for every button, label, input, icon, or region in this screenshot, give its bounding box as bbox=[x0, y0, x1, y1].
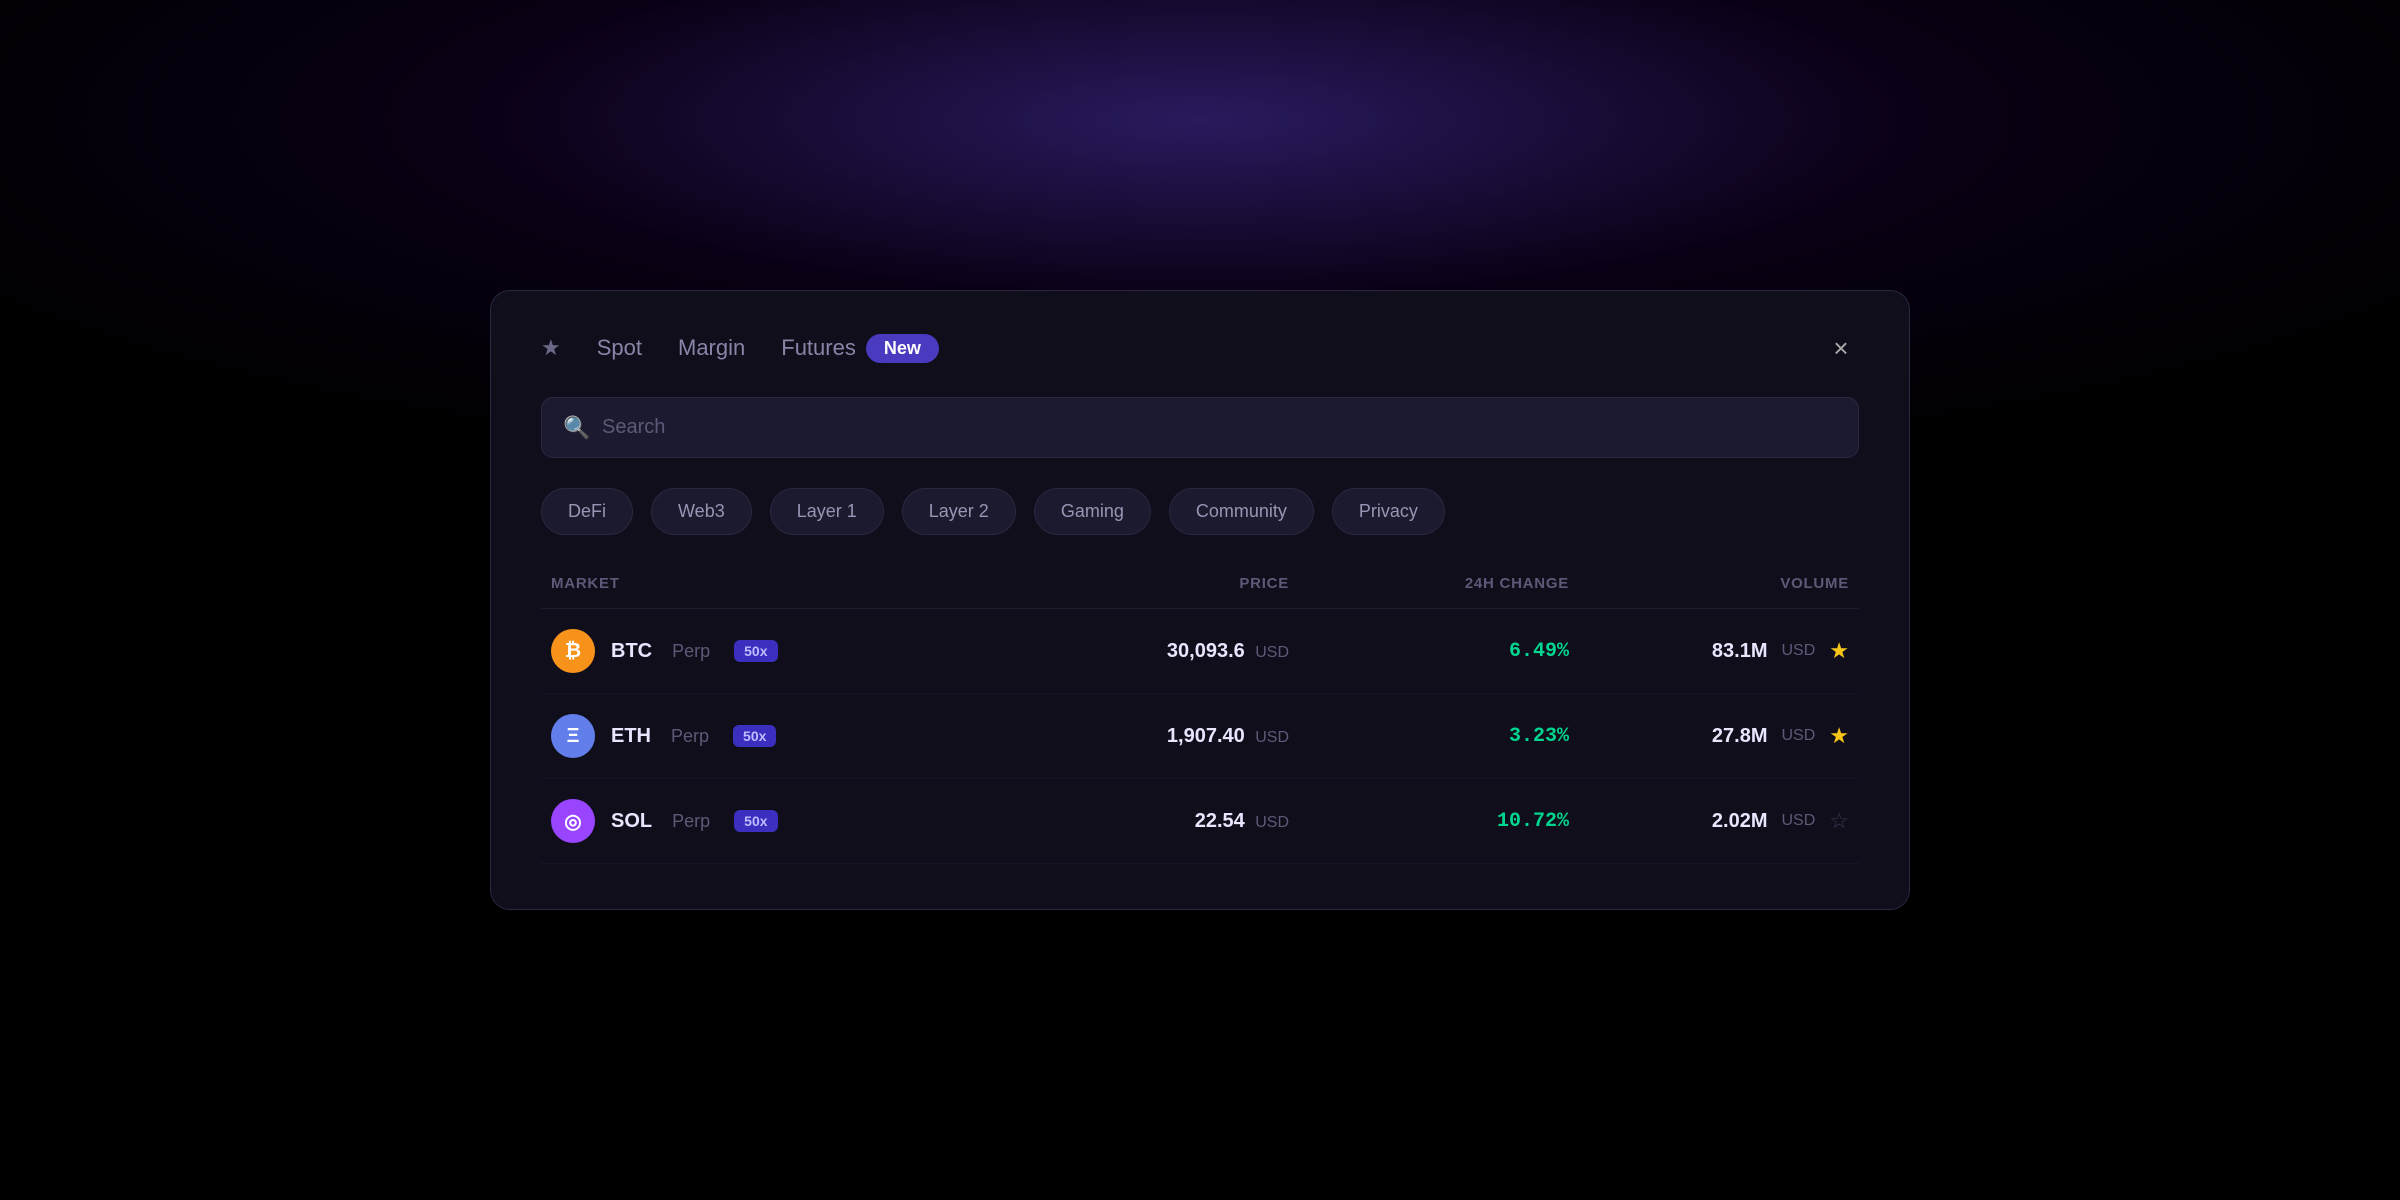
btc-symbol: BTC bbox=[611, 640, 652, 663]
eth-leverage: 50x bbox=[733, 725, 776, 747]
tab-spot[interactable]: Spot bbox=[597, 331, 642, 365]
btc-type: Perp bbox=[672, 641, 710, 662]
eth-price: 1,907.40 bbox=[1167, 725, 1245, 747]
sol-price: 22.54 bbox=[1195, 810, 1245, 832]
eth-change-cell: 3.23% bbox=[1289, 725, 1569, 748]
sol-price-cell: 22.54 USD bbox=[1009, 810, 1289, 833]
search-icon: 🔍 bbox=[563, 415, 590, 441]
market-cell-sol: ◎ SOL Perp 50x bbox=[551, 799, 1009, 843]
btc-volume-unit: USD bbox=[1781, 642, 1815, 660]
btc-price-unit: USD bbox=[1255, 644, 1289, 661]
eth-volume: 27.8M bbox=[1712, 725, 1768, 748]
sol-symbol: SOL bbox=[611, 810, 652, 833]
sol-leverage: 50x bbox=[734, 810, 777, 832]
sol-volume-unit: USD bbox=[1781, 812, 1815, 830]
chip-community[interactable]: Community bbox=[1169, 488, 1314, 535]
sol-icon: ◎ bbox=[551, 799, 595, 843]
sol-volume-cell: 2.02M USD ☆ bbox=[1569, 810, 1849, 833]
eth-icon: Ξ bbox=[551, 714, 595, 758]
tab-futures-wrapper: Futures New bbox=[781, 331, 939, 365]
market-cell-btc: ₿ BTC Perp 50x bbox=[551, 629, 1009, 673]
eth-volume-cell: 27.8M USD ★ bbox=[1569, 725, 1849, 748]
search-wrapper: 🔍 bbox=[541, 397, 1859, 458]
btc-icon-letter: ₿ bbox=[565, 640, 581, 663]
col-header-market: MARKET bbox=[551, 575, 1009, 592]
search-input[interactable] bbox=[541, 397, 1859, 458]
favorites-star-icon[interactable]: ★ bbox=[541, 335, 561, 361]
eth-type: Perp bbox=[671, 726, 709, 747]
chip-layer1[interactable]: Layer 1 bbox=[770, 488, 884, 535]
chip-layer2[interactable]: Layer 2 bbox=[902, 488, 1016, 535]
btc-change: 6.49% bbox=[1509, 640, 1569, 663]
sol-icon-letter: ◎ bbox=[564, 809, 581, 834]
btc-favorite-button[interactable]: ★ bbox=[1829, 640, 1849, 662]
table-row: ◎ SOL Perp 50x 22.54 USD 10.72% 2.02M US… bbox=[541, 779, 1859, 864]
eth-price-cell: 1,907.40 USD bbox=[1009, 725, 1289, 748]
table-row: Ξ ETH Perp 50x 1,907.40 USD 3.23% 27.8M … bbox=[541, 694, 1859, 779]
sol-price-unit: USD bbox=[1255, 814, 1289, 831]
sol-type: Perp bbox=[672, 811, 710, 832]
sol-change: 10.72% bbox=[1497, 810, 1569, 833]
btc-price-cell: 30,093.6 USD bbox=[1009, 640, 1289, 663]
market-modal: ★ Spot Margin Futures New × 🔍 DeFi Web3 … bbox=[490, 290, 1910, 910]
eth-change: 3.23% bbox=[1509, 725, 1569, 748]
col-header-volume: Volume bbox=[1569, 575, 1849, 592]
btc-icon: ₿ bbox=[551, 629, 595, 673]
chip-defi[interactable]: DeFi bbox=[541, 488, 633, 535]
btc-volume: 83.1M bbox=[1712, 640, 1768, 663]
table-header: MARKET Price 24H Change Volume bbox=[541, 575, 1859, 609]
sol-favorite-button[interactable]: ☆ bbox=[1829, 810, 1849, 832]
btc-change-cell: 6.49% bbox=[1289, 640, 1569, 663]
sol-change-cell: 10.72% bbox=[1289, 810, 1569, 833]
chip-privacy[interactable]: Privacy bbox=[1332, 488, 1445, 535]
col-header-change: 24H Change bbox=[1289, 575, 1569, 592]
eth-symbol: ETH bbox=[611, 725, 651, 748]
tab-margin[interactable]: Margin bbox=[678, 331, 745, 365]
new-badge: New bbox=[866, 334, 939, 363]
eth-favorite-button[interactable]: ★ bbox=[1829, 725, 1849, 747]
eth-volume-unit: USD bbox=[1781, 727, 1815, 745]
market-cell-eth: Ξ ETH Perp 50x bbox=[551, 714, 1009, 758]
close-button[interactable]: × bbox=[1823, 330, 1859, 366]
eth-icon-letter: Ξ bbox=[567, 725, 580, 748]
table-body: ₿ BTC Perp 50x 30,093.6 USD 6.49% 83.1M … bbox=[541, 609, 1859, 864]
chip-web3[interactable]: Web3 bbox=[651, 488, 752, 535]
table-row: ₿ BTC Perp 50x 30,093.6 USD 6.49% 83.1M … bbox=[541, 609, 1859, 694]
category-filters: DeFi Web3 Layer 1 Layer 2 Gaming Communi… bbox=[541, 488, 1859, 535]
col-header-price: Price bbox=[1009, 575, 1289, 592]
chip-gaming[interactable]: Gaming bbox=[1034, 488, 1151, 535]
eth-price-unit: USD bbox=[1255, 729, 1289, 746]
btc-leverage: 50x bbox=[734, 640, 777, 662]
tab-futures[interactable]: Futures bbox=[781, 331, 856, 365]
sol-volume: 2.02M bbox=[1712, 810, 1768, 833]
btc-volume-cell: 83.1M USD ★ bbox=[1569, 640, 1849, 663]
modal-header: ★ Spot Margin Futures New × bbox=[541, 331, 1859, 365]
btc-price: 30,093.6 bbox=[1167, 640, 1245, 662]
